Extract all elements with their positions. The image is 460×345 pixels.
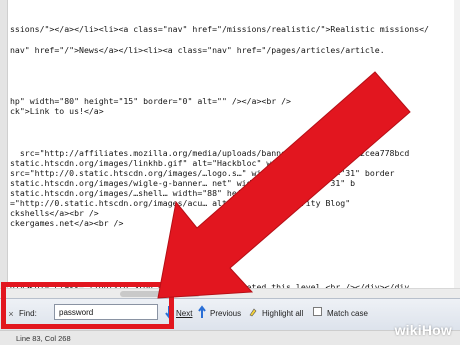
watermark-wiki: wiki [394, 322, 422, 338]
annotation-arrow-icon [157, 71, 411, 299]
screenshot-stage: ssions/"></a></li><li><a class="nav" hre… [0, 0, 460, 345]
wikihow-watermark: wikiHow [395, 322, 452, 338]
watermark-how: How [421, 322, 452, 338]
